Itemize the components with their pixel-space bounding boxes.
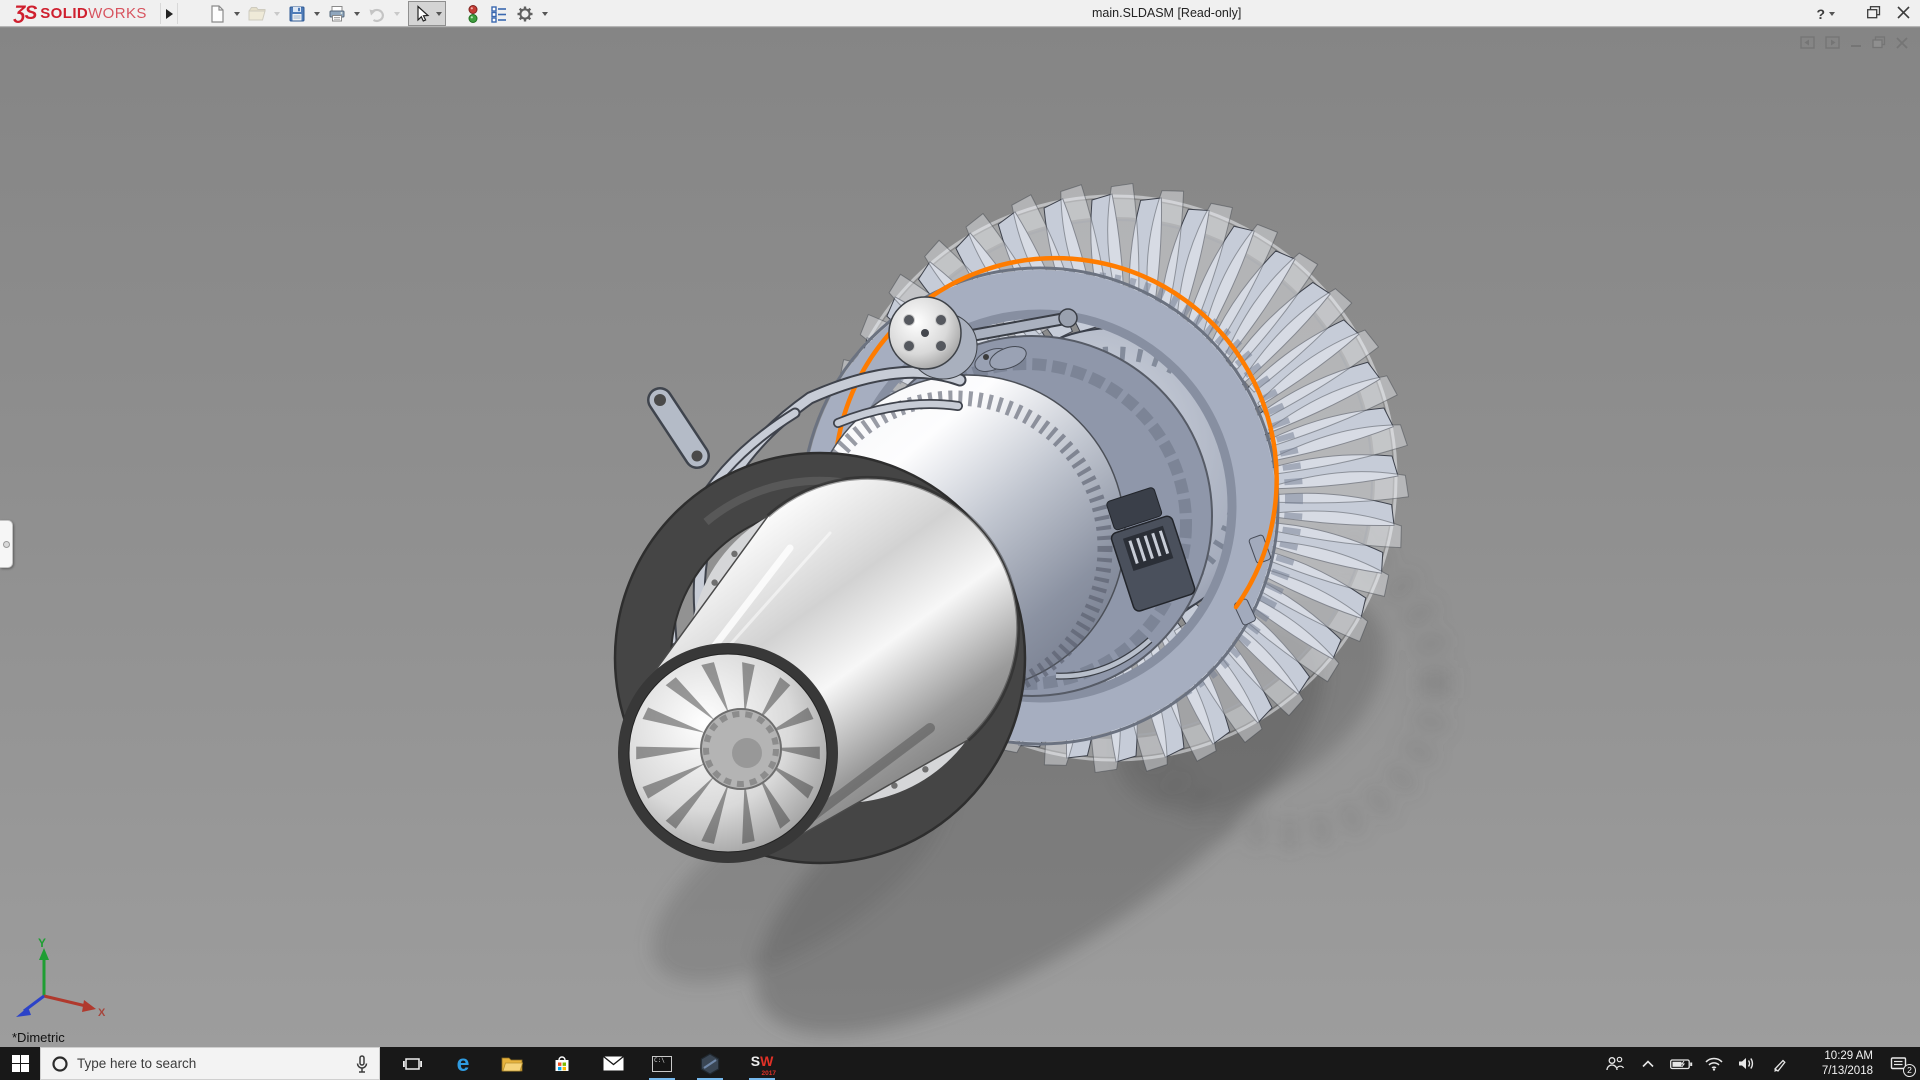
task-view-icon[interactable] [392, 1047, 432, 1080]
notification-badge: 2 [1903, 1064, 1916, 1077]
brand-works: WORKS [88, 5, 147, 22]
save-dropdown-caret[interactable] [311, 2, 323, 26]
rebuild-traffic-light-icon[interactable] [461, 2, 485, 26]
restore-doc-icon[interactable] [1872, 36, 1886, 49]
minimize-doc-icon[interactable] [1850, 36, 1862, 49]
open-dropdown-caret[interactable] [271, 2, 283, 26]
show-left-pane-icon[interactable] [1800, 36, 1815, 49]
close-button[interactable] [1897, 6, 1910, 22]
battery-icon[interactable] [1669, 1047, 1693, 1080]
brand-solid: SOLID [40, 5, 88, 22]
reference-triad: Y X [2, 936, 107, 1021]
options-dropdown-caret[interactable] [539, 2, 551, 26]
search-placeholder: Type here to search [77, 1056, 196, 1071]
flyout-arrow-icon [166, 9, 173, 19]
save-icon[interactable] [285, 2, 309, 26]
hexagon-app-icon[interactable] [690, 1047, 730, 1080]
taskbar-search[interactable]: Type here to search [40, 1047, 380, 1080]
print-dropdown-caret[interactable] [351, 2, 363, 26]
document-title: main.SLDASM [Read-only] [1092, 0, 1241, 27]
flyout-tab-knob [3, 541, 10, 548]
help-icon: ? [1816, 6, 1825, 22]
taskbar-clock[interactable]: 10:29 AM 7/13/2018 [1801, 1049, 1873, 1078]
undo-dropdown-caret[interactable] [391, 2, 403, 26]
select-tool-group [408, 1, 446, 26]
help-dropdown-caret [1829, 12, 1835, 16]
solidworks-logo: ƷS SOLID WORKS [14, 0, 147, 27]
restore-button[interactable] [1867, 6, 1881, 22]
view-orientation-label: *Dimetric [12, 1030, 65, 1045]
print-icon[interactable] [325, 2, 349, 26]
pen-icon[interactable] [1768, 1047, 1792, 1080]
system-tray: 10:29 AM 7/13/2018 2 [1603, 1047, 1916, 1080]
people-icon[interactable] [1603, 1047, 1627, 1080]
quick-access-toolbar [205, 0, 551, 27]
microphone-icon[interactable] [355, 1055, 369, 1074]
windows-taskbar: Type here to search e C:\ SW2017 [0, 1047, 1920, 1080]
engine-3d-model[interactable] [0, 28, 1920, 1047]
volume-icon[interactable] [1735, 1047, 1759, 1080]
help-button[interactable]: ? [1816, 6, 1835, 22]
chevron-up-icon[interactable] [1636, 1047, 1660, 1080]
action-center-icon[interactable]: 2 [1882, 1047, 1916, 1080]
bracket-link [654, 394, 703, 462]
show-right-pane-icon[interactable] [1825, 36, 1840, 49]
cmd-glyph: C:\ [654, 1057, 665, 1064]
new-document-icon[interactable] [205, 2, 229, 26]
restore-icon [1867, 6, 1881, 19]
file-properties-icon[interactable] [487, 2, 511, 26]
mail-icon[interactable] [593, 1047, 633, 1080]
undo-icon[interactable] [365, 2, 389, 26]
start-button[interactable] [0, 1047, 40, 1080]
wifi-icon[interactable] [1702, 1047, 1726, 1080]
edge-icon[interactable]: e [443, 1047, 483, 1080]
app-titlebar: ƷS SOLID WORKS [0, 0, 1920, 27]
document-window-controls [1800, 36, 1908, 49]
open-icon[interactable] [245, 2, 269, 26]
close-icon [1897, 6, 1910, 19]
select-dropdown-caret[interactable] [433, 2, 445, 26]
ds-logo-glyph: ƷS [14, 3, 36, 25]
window-controls: ? [1816, 0, 1910, 27]
solidworks-2017-icon[interactable]: SW2017 [742, 1047, 782, 1080]
options-gear-icon[interactable] [513, 2, 537, 26]
cortana-icon [51, 1055, 69, 1073]
graphics-area[interactable]: Y X *Dimetric [0, 28, 1920, 1047]
x-axis-label: X [98, 1007, 106, 1019]
clock-time: 10:29 AM [1801, 1049, 1873, 1063]
store-icon[interactable] [542, 1047, 582, 1080]
windows-logo-icon [12, 1055, 29, 1072]
file-explorer-icon[interactable] [492, 1047, 532, 1080]
clock-date: 7/13/2018 [1801, 1064, 1873, 1078]
x-axis-arrow [82, 1000, 96, 1012]
close-doc-icon[interactable] [1896, 37, 1908, 49]
command-prompt-icon[interactable]: C:\ [642, 1047, 682, 1080]
menu-flyout-arrow[interactable] [160, 3, 178, 24]
featuremanager-flyout-tab[interactable] [0, 520, 13, 568]
new-dropdown-caret[interactable] [231, 2, 243, 26]
y-axis-label: Y [38, 936, 46, 950]
select-cursor-icon[interactable] [409, 2, 433, 26]
